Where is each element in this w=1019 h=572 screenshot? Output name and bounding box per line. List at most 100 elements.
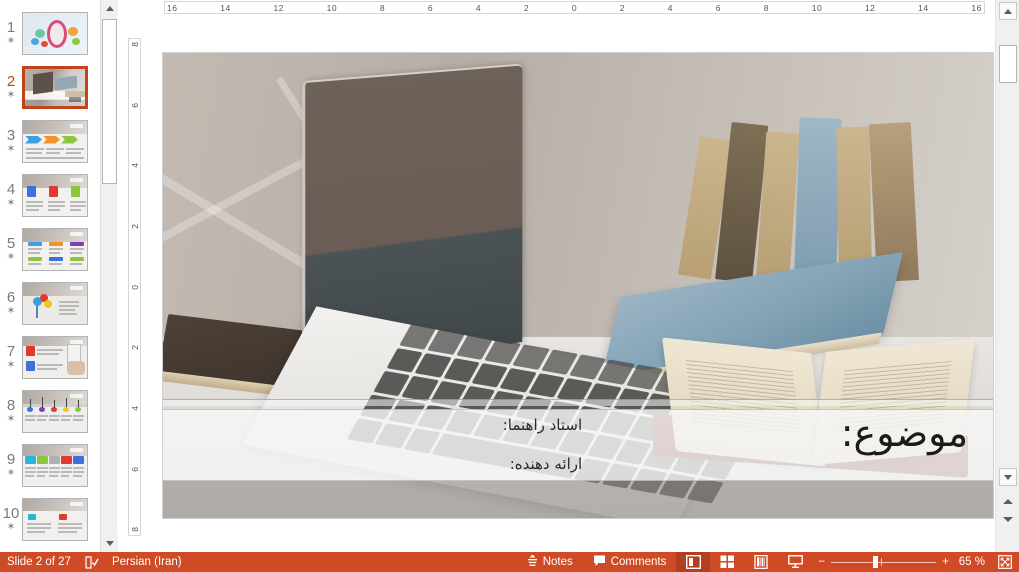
zoom-slider-handle[interactable] <box>873 556 879 568</box>
h-tick-2r: 2 <box>619 2 626 13</box>
chevron-down-icon <box>1004 474 1012 480</box>
h-tick-2l: 2 <box>523 2 530 13</box>
view-buttons-group <box>676 552 812 572</box>
thumbnail-preview-selected[interactable] <box>21 64 89 110</box>
slide-area-scrollbar[interactable] <box>995 0 1019 552</box>
powerpoint-window: 1 ✶ 2 ✶ 3 ✶ 4 ✶ 5 ✶ 6 ✶ 7 ✶ 8 ✶ 9 ✶ 10 ✶… <box>0 0 1019 572</box>
slide-thumbnail-10[interactable]: 10 ✶ <box>0 492 98 546</box>
mini-slide-9 <box>23 444 87 486</box>
v-tick-0: 0 <box>129 284 140 290</box>
chevron-up-icon <box>1004 8 1012 14</box>
animation-star-icon: ✶ <box>6 250 16 263</box>
horizontal-ruler-track: 16 14 12 10 8 6 4 2 0 2 4 6 8 10 12 14 1… <box>164 1 985 14</box>
v-tick-4b: 4 <box>129 405 140 411</box>
mini-slide-4 <box>23 174 87 216</box>
chevron-down-icon <box>105 541 114 546</box>
h-tick-10l: 10 <box>326 2 338 13</box>
slide-thumbnail-3[interactable]: 3 ✶ <box>0 114 98 168</box>
v-tick-2b: 2 <box>129 345 140 351</box>
slide-thumbnail-1[interactable]: 1 ✶ <box>0 6 98 60</box>
thumbnail-number: 4 ✶ <box>6 180 16 209</box>
mini-slide-6 <box>23 282 87 324</box>
scroll-up-button[interactable] <box>999 2 1017 20</box>
current-slide[interactable]: موضوع: استاد راهنما: ارائه دهنده: <box>163 53 993 518</box>
slide-thumbnail-4[interactable]: 4 ✶ <box>0 168 98 222</box>
reading-view-button[interactable] <box>744 552 778 572</box>
thumbnail-preview[interactable] <box>22 227 88 271</box>
thumbnail-preview[interactable] <box>22 335 88 379</box>
h-tick-14r: 14 <box>918 2 929 13</box>
supervisor-line[interactable]: استاد راهنما: <box>503 416 582 434</box>
zoom-slider[interactable] <box>831 555 937 569</box>
thumbnail-preview[interactable] <box>22 281 88 325</box>
comments-button[interactable]: Comments <box>583 552 677 572</box>
previous-slide-button[interactable] <box>1001 494 1015 508</box>
slide-counter[interactable]: Slide 2 of 27 <box>7 556 71 568</box>
next-slide-button[interactable] <box>1001 512 1015 526</box>
notes-label: Notes <box>542 556 573 568</box>
scrollbar-thumb[interactable] <box>999 45 1017 83</box>
animation-star-icon: ✶ <box>6 358 16 371</box>
comments-label: Comments <box>610 556 667 568</box>
slide-title-placeholder[interactable]: موضوع: <box>841 413 968 455</box>
h-tick-0: 0 <box>571 2 578 13</box>
thumbnail-scroll-down-button[interactable] <box>101 535 118 552</box>
h-tick-6l: 6 <box>427 2 434 13</box>
thumbnail-scrollbar-thumb[interactable] <box>102 19 117 184</box>
slide-thumbnail-7[interactable]: 7 ✶ <box>0 330 98 384</box>
slide-show-view-button[interactable] <box>778 552 812 572</box>
thumbnail-scroll-up-button[interactable] <box>101 0 118 17</box>
slide-thumbnail-9[interactable]: 9 ✶ <box>0 438 98 492</box>
h-tick-12l: 12 <box>273 2 284 13</box>
slide-thumbnail-panel[interactable]: 1 ✶ 2 ✶ 3 ✶ 4 ✶ 5 ✶ 6 ✶ 7 ✶ 8 ✶ 9 ✶ 10 ✶ <box>0 0 98 552</box>
zoom-slider-track <box>831 562 937 563</box>
slide-thumbnail-6[interactable]: 6 ✶ <box>0 276 98 330</box>
slide-thumbnail-5[interactable]: 5 ✶ <box>0 222 98 276</box>
notes-button[interactable]: Notes <box>517 552 583 572</box>
thumbnail-number: 10 ✶ <box>2 504 20 533</box>
fit-slide-to-window-button[interactable] <box>998 555 1012 569</box>
h-tick-12r: 12 <box>864 2 876 13</box>
v-tick-4t: 4 <box>129 163 140 169</box>
thumbnail-preview[interactable] <box>22 119 88 163</box>
mini-slide-2 <box>25 68 85 106</box>
comment-bubble-icon <box>593 554 606 570</box>
h-tick-16r: 16 <box>971 2 982 13</box>
presenter-line[interactable]: ارائه دهنده: <box>510 455 582 473</box>
mini-slide-5 <box>23 228 87 270</box>
vertical-ruler[interactable]: 8 6 4 2 0 2 4 6 8 <box>128 38 141 536</box>
normal-view-button[interactable] <box>676 552 711 572</box>
status-bar: Slide 2 of 27 Persian (Iran) Notes Comme… <box>0 552 1019 572</box>
horizontal-ruler[interactable]: 16 14 12 10 8 6 4 2 0 2 4 6 8 10 12 14 1… <box>118 0 995 16</box>
thumbnail-preview[interactable] <box>22 11 88 55</box>
mini-slide-7 <box>23 336 87 378</box>
next-slide-icon <box>1003 516 1013 522</box>
language-indicator[interactable]: Persian (Iran) <box>112 556 182 568</box>
chevron-up-icon <box>105 6 114 11</box>
slide-accent-band-top <box>163 399 993 406</box>
slide-thumbnail-2[interactable]: 2 ✶ <box>0 60 98 114</box>
spell-check-icon[interactable] <box>85 555 99 569</box>
h-tick-6r: 6 <box>715 2 721 13</box>
notes-icon <box>527 554 538 570</box>
animation-star-icon: ✶ <box>6 466 16 479</box>
zoom-level-label[interactable]: 65 % <box>959 556 985 568</box>
thumbnail-preview[interactable] <box>22 389 88 433</box>
thumbnail-preview[interactable] <box>22 173 88 217</box>
mini-slide-10 <box>23 498 87 540</box>
thumbnail-preview[interactable] <box>22 497 88 541</box>
thumbnail-panel-scrollbar[interactable] <box>100 0 118 552</box>
scroll-down-button[interactable] <box>999 468 1017 486</box>
zoom-in-button[interactable]: + <box>942 556 949 568</box>
slide-canvas-area[interactable]: موضوع: استاد راهنما: ارائه دهنده: <box>141 16 995 552</box>
slide-thumbnail-8[interactable]: 8 ✶ <box>0 384 98 438</box>
mini-slide-8 <box>23 390 87 432</box>
h-tick-8l: 8 <box>379 2 386 13</box>
zoom-out-button[interactable]: − <box>818 556 825 568</box>
v-tick-6t: 6 <box>129 102 140 108</box>
slide-sorter-view-button[interactable] <box>710 552 744 572</box>
h-tick-16l: 16 <box>167 2 178 13</box>
thumbnail-number: 2 ✶ <box>6 72 16 101</box>
h-tick-14l: 14 <box>220 2 231 13</box>
thumbnail-preview[interactable] <box>22 443 88 487</box>
